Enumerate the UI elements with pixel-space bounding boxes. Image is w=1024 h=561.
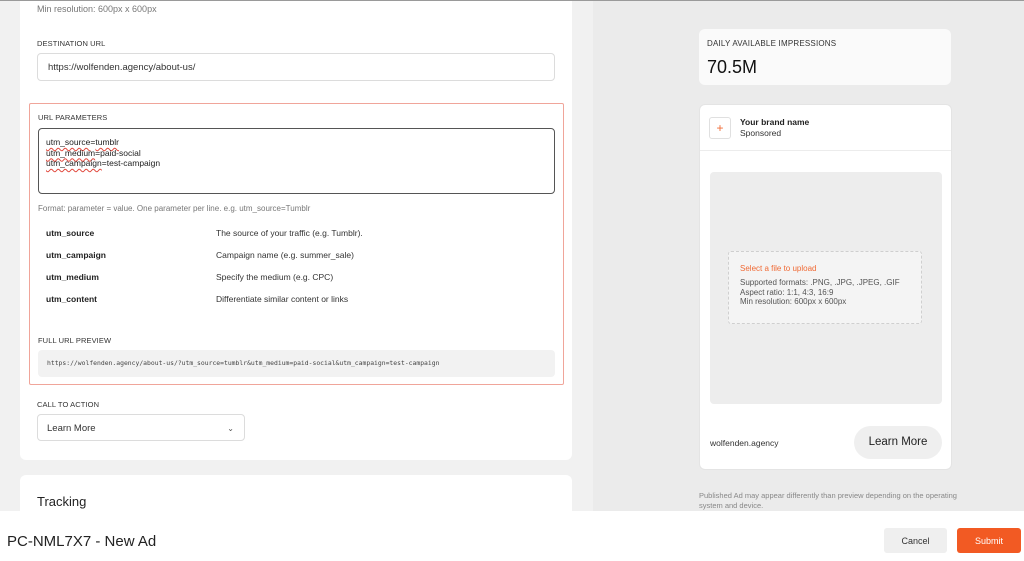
tracking-card: Tracking — [20, 475, 572, 515]
ad-form-card: Min resolution: 600px x 600px DESTINATIO… — [20, 1, 572, 460]
plus-icon[interactable]: + — [709, 117, 731, 139]
call-to-action-select[interactable]: Learn More ⌄ — [37, 414, 245, 441]
full-url-preview: https://wolfenden.agency/about-us/?utm_s… — [38, 350, 555, 377]
ad-domain: wolfenden.agency — [710, 438, 779, 448]
param-reference-key: utm_content — [46, 294, 97, 304]
tracking-title: Tracking — [37, 494, 87, 509]
param-line: utm_medium=paid-social — [46, 148, 547, 159]
url-parameters-label: URL PARAMETERS — [38, 113, 108, 122]
chevron-down-icon: ⌄ — [227, 424, 234, 433]
param-reference-desc: Specify the medium (e.g. CPC) — [216, 272, 334, 282]
creative-min-resolution: Min resolution: 600px x 600px — [37, 4, 157, 14]
destination-url-label: DESTINATION URL — [37, 39, 106, 48]
impressions-label: DAILY AVAILABLE IMPRESSIONS — [707, 39, 837, 48]
upload-min-resolution: Min resolution: 600px x 600px — [740, 297, 847, 306]
preview-disclaimer: Published Ad may appear differently than… — [699, 491, 957, 510]
url-parameters-section: URL PARAMETERS utm_source=tumblr utm_med… — [29, 103, 564, 385]
upload-formats: Supported formats: .PNG, .JPG, .JPEG, .G… — [740, 278, 900, 287]
ad-header-divider — [700, 150, 951, 151]
footer-bar: PC-NML7X7 - New Ad Cancel Submit — [0, 511, 1024, 561]
sponsored-label: Sponsored — [740, 128, 782, 138]
param-value: =paid-social — [95, 147, 141, 158]
upload-dropzone[interactable]: Select a file to upload Supported format… — [728, 251, 922, 324]
format-hint: Format: parameter = value. One parameter… — [38, 204, 311, 213]
submit-button[interactable]: Submit — [957, 528, 1021, 553]
brand-name: Your brand name — [740, 117, 810, 127]
param-reference-desc: Differentiate similar content or links — [216, 294, 349, 304]
ad-preview-card: + Your brand name Sponsored Select a fil… — [699, 104, 952, 470]
upload-aspect-ratio: Aspect ratio: 1:1, 4:3, 16:9 — [740, 287, 834, 297]
cancel-button[interactable]: Cancel — [884, 528, 947, 553]
page-title: PC-NML7X7 - New Ad — [7, 533, 157, 550]
url-parameters-textarea[interactable]: utm_source=tumblr utm_medium=paid-social… — [38, 128, 555, 194]
full-url-preview-label: FULL URL PREVIEW — [38, 336, 112, 345]
param-key: utm_medium — [46, 147, 96, 158]
param-key: utm_source — [46, 137, 91, 147]
impressions-value: 70.5M — [707, 57, 758, 77]
call-to-action-label: CALL TO ACTION — [37, 400, 100, 409]
param-reference-key: utm_source — [46, 228, 95, 238]
param-value: =tumblr — [90, 137, 120, 147]
form-column[interactable]: Min resolution: 600px x 600px DESTINATIO… — [0, 1, 593, 515]
param-reference-desc: Campaign name (e.g. summer_sale) — [216, 250, 354, 260]
ad-media-area: Select a file to upload Supported format… — [710, 172, 942, 404]
learn-more-button[interactable]: Learn More — [854, 426, 942, 459]
param-line: utm_campaign=test-campaign — [46, 158, 547, 169]
upload-link[interactable]: Select a file to upload — [740, 264, 921, 273]
param-key: utm_campaign — [46, 158, 102, 168]
param-reference-desc: The source of your traffic (e.g. Tumblr)… — [216, 228, 363, 238]
call-to-action-value: Learn More — [47, 423, 96, 434]
param-reference-key: utm_campaign — [46, 250, 106, 260]
param-line: utm_source=tumblr — [46, 137, 547, 148]
preview-column[interactable]: DAILY AVAILABLE IMPRESSIONS 70.5M + Your… — [593, 1, 1024, 511]
destination-url-input[interactable]: https://wolfenden.agency/about-us/ — [37, 53, 555, 81]
param-value: =test-campaign — [101, 158, 161, 168]
param-reference-key: utm_medium — [46, 272, 99, 282]
impressions-card: DAILY AVAILABLE IMPRESSIONS 70.5M — [699, 29, 951, 85]
